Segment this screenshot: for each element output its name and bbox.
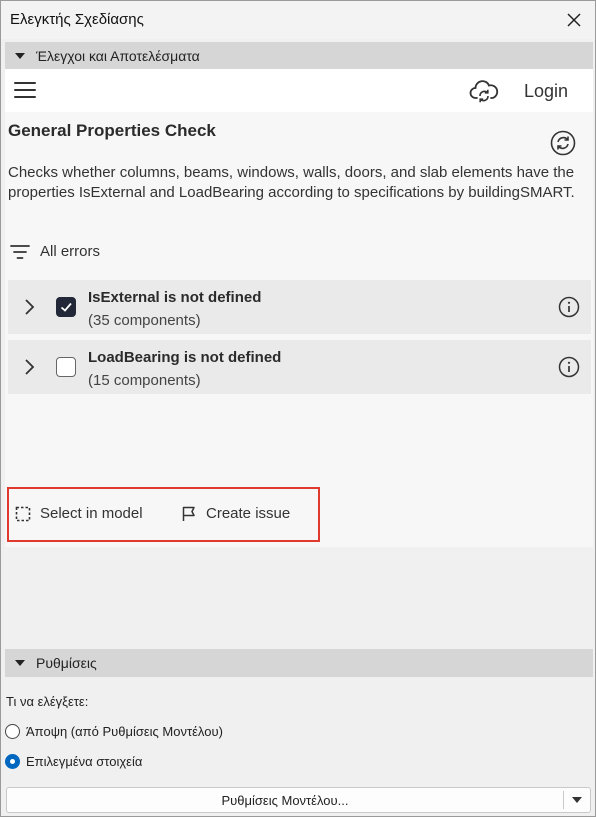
actions-highlight-box: Select in model Create issue (7, 487, 320, 542)
issue-count: (35 components) (88, 312, 201, 329)
close-icon[interactable] (561, 7, 587, 33)
title-bar: Ελεγκτής Σχεδίασης (1, 1, 595, 39)
checks-section-header[interactable]: Έλεγχοι και Αποτελέσματα (5, 42, 593, 70)
issue-row-isexternal: IsExternal is not defined (35 components… (8, 280, 591, 334)
create-issue-label: Create issue (206, 505, 291, 522)
collapse-triangle-icon (15, 660, 25, 666)
filter-control[interactable]: All errors (10, 243, 100, 260)
check-title: General Properties Check (8, 121, 216, 140)
filter-label: All errors (40, 243, 101, 260)
issue-name: IsExternal is not defined (88, 289, 262, 306)
design-checker-window: Ελεγκτής Σχεδίασης Έλεγχοι και Αποτελέσμ… (0, 0, 596, 817)
model-settings-split-button: Ρυθμίσεις Μοντέλου... (6, 787, 591, 813)
hamburger-icon[interactable] (14, 82, 36, 100)
chevron-right-icon[interactable] (22, 357, 36, 377)
radio-view-option[interactable]: Άποψη (από Ρυθμίσεις Μοντέλου) (5, 724, 223, 739)
check-description: Checks whether columns, beams, windows, … (8, 164, 575, 201)
cloud-sync-icon[interactable] (469, 77, 499, 105)
selection-box-icon (15, 506, 31, 521)
radio-button[interactable] (5, 754, 20, 769)
radio-selected-elements-option[interactable]: Επιλεγμένα στοιχεία (5, 754, 142, 769)
info-icon[interactable] (558, 356, 580, 378)
issue-count: (15 components) (88, 372, 201, 389)
login-button[interactable]: Login (524, 81, 568, 102)
select-in-model-label: Select in model (40, 505, 143, 522)
panel-topbar: Login (5, 69, 593, 112)
chevron-right-icon[interactable] (22, 297, 36, 317)
create-issue-button[interactable]: Create issue (181, 505, 290, 522)
checks-section-label: Έλεγχοι και Αποτελέσματα (36, 48, 200, 64)
info-icon[interactable] (558, 296, 580, 318)
settings-section-header[interactable]: Ρυθμίσεις (5, 649, 593, 677)
issue-checkbox[interactable] (56, 357, 76, 377)
issue-name: LoadBearing is not defined (88, 349, 282, 366)
checks-panel: Login General Properties Check Checks wh… (5, 69, 593, 547)
dropdown-arrow-icon[interactable] (564, 788, 590, 812)
select-in-model-button[interactable]: Select in model (15, 505, 143, 522)
what-to-check-label: Τι να ελέγξετε: (6, 694, 89, 709)
radio-label: Άποψη (από Ρυθμίσεις Μοντέλου) (26, 724, 223, 739)
window-title: Ελεγκτής Σχεδίασης (10, 11, 144, 28)
radio-button[interactable] (5, 724, 20, 739)
issue-row-loadbearing: LoadBearing is not defined (15 component… (8, 340, 591, 394)
issue-checkbox[interactable] (56, 297, 76, 317)
model-settings-button[interactable]: Ρυθμίσεις Μοντέλου... (7, 788, 563, 812)
settings-section-label: Ρυθμίσεις (36, 655, 97, 671)
radio-label: Επιλεγμένα στοιχεία (26, 754, 143, 769)
filter-icon (10, 244, 30, 259)
collapse-triangle-icon (15, 53, 25, 59)
refresh-icon[interactable] (549, 129, 577, 157)
flag-icon (182, 506, 195, 521)
